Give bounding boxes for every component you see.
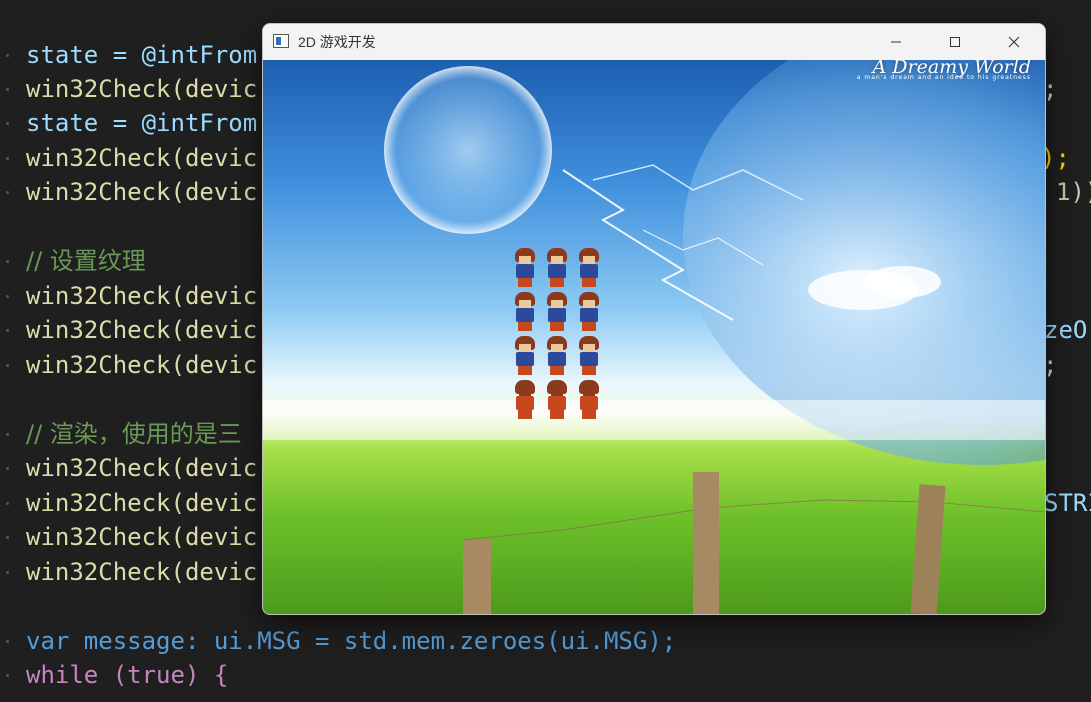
gutter-dot — [6, 571, 9, 574]
character-sprite-sheet — [509, 246, 605, 422]
code-line: win32Check(devic — [26, 75, 258, 103]
sprite-frame — [509, 378, 541, 422]
cloud — [865, 266, 941, 298]
code-line: win32Check(devic — [26, 282, 258, 310]
gutter-dot — [6, 364, 9, 367]
sprite-frame — [573, 290, 605, 334]
close-icon — [1008, 36, 1020, 48]
gutter-dot — [6, 260, 9, 263]
game-window[interactable]: 2D 游戏开发 A Dreamy World a man's dream and… — [262, 23, 1046, 615]
fence-post — [910, 484, 946, 614]
gutter-dot — [6, 191, 9, 194]
sprite-frame — [541, 246, 573, 290]
gutter-dot — [6, 54, 9, 57]
fence-post — [693, 472, 719, 614]
gutter-dot — [6, 640, 9, 643]
gutter-dot — [6, 88, 9, 91]
game-canvas[interactable]: A Dreamy World a man's dream and an idea… — [263, 60, 1045, 614]
close-button[interactable] — [991, 24, 1037, 60]
sprite-frame — [573, 378, 605, 422]
moon-bubble — [384, 66, 552, 234]
code-fragment: zeO- — [1044, 316, 1091, 344]
code-line: while (true) { — [26, 661, 229, 689]
sprite-frame — [541, 290, 573, 334]
code-line: win32Check(devic — [26, 351, 258, 379]
gutter-dot — [6, 295, 9, 298]
gutter-dot — [6, 329, 9, 332]
gutter-dot — [6, 433, 9, 436]
fence-post — [463, 540, 491, 614]
title-bar[interactable]: 2D 游戏开发 — [263, 24, 1045, 60]
sprite-frame — [509, 290, 541, 334]
code-line: state = @intFrom — [26, 41, 258, 69]
code-line: win32Check(devic — [26, 178, 258, 206]
minimize-icon — [891, 41, 901, 43]
app-icon — [273, 34, 289, 48]
code-comment: // 渲染，使用的是三 — [26, 420, 242, 448]
maximize-button[interactable] — [932, 24, 978, 60]
minimize-button[interactable] — [873, 24, 919, 60]
horizon-mist — [263, 400, 1045, 440]
sprite-frame — [509, 246, 541, 290]
sprite-frame — [573, 246, 605, 290]
code-line: win32Check(devic — [26, 316, 258, 344]
sprite-frame — [541, 334, 573, 378]
background-scene — [263, 60, 1045, 614]
sprite-frame — [541, 378, 573, 422]
code-line: state = @intFrom — [26, 109, 258, 137]
fence-wire — [462, 499, 1045, 541]
gutter-dot — [6, 122, 9, 125]
gutter-dot — [6, 467, 9, 470]
brand-tagline: a man's dream and an idea to his greatne… — [856, 74, 1031, 81]
sprite-frame — [573, 334, 605, 378]
code-fragment: 1)); — [1056, 178, 1091, 206]
code-line: win32Check(devic — [26, 454, 258, 482]
window-title: 2D 游戏开发 — [298, 34, 376, 50]
code-comment: // 设置纹理 — [26, 247, 146, 275]
gutter-dot — [6, 674, 9, 677]
gutter-dot — [6, 536, 9, 539]
code-fragment: STRI — [1044, 489, 1091, 517]
gutter-dot — [6, 502, 9, 505]
sprite-frame — [509, 334, 541, 378]
code-line: win32Check(devic — [26, 523, 258, 551]
code-line: win32Check(devic — [26, 144, 258, 172]
code-line: win32Check(devic — [26, 489, 258, 517]
code-line: win32Check(devic — [26, 558, 258, 586]
gutter-dot — [6, 157, 9, 160]
code-line: var message: ui.MSG = std.mem.zeroes(ui.… — [26, 627, 677, 655]
maximize-icon — [950, 37, 960, 47]
